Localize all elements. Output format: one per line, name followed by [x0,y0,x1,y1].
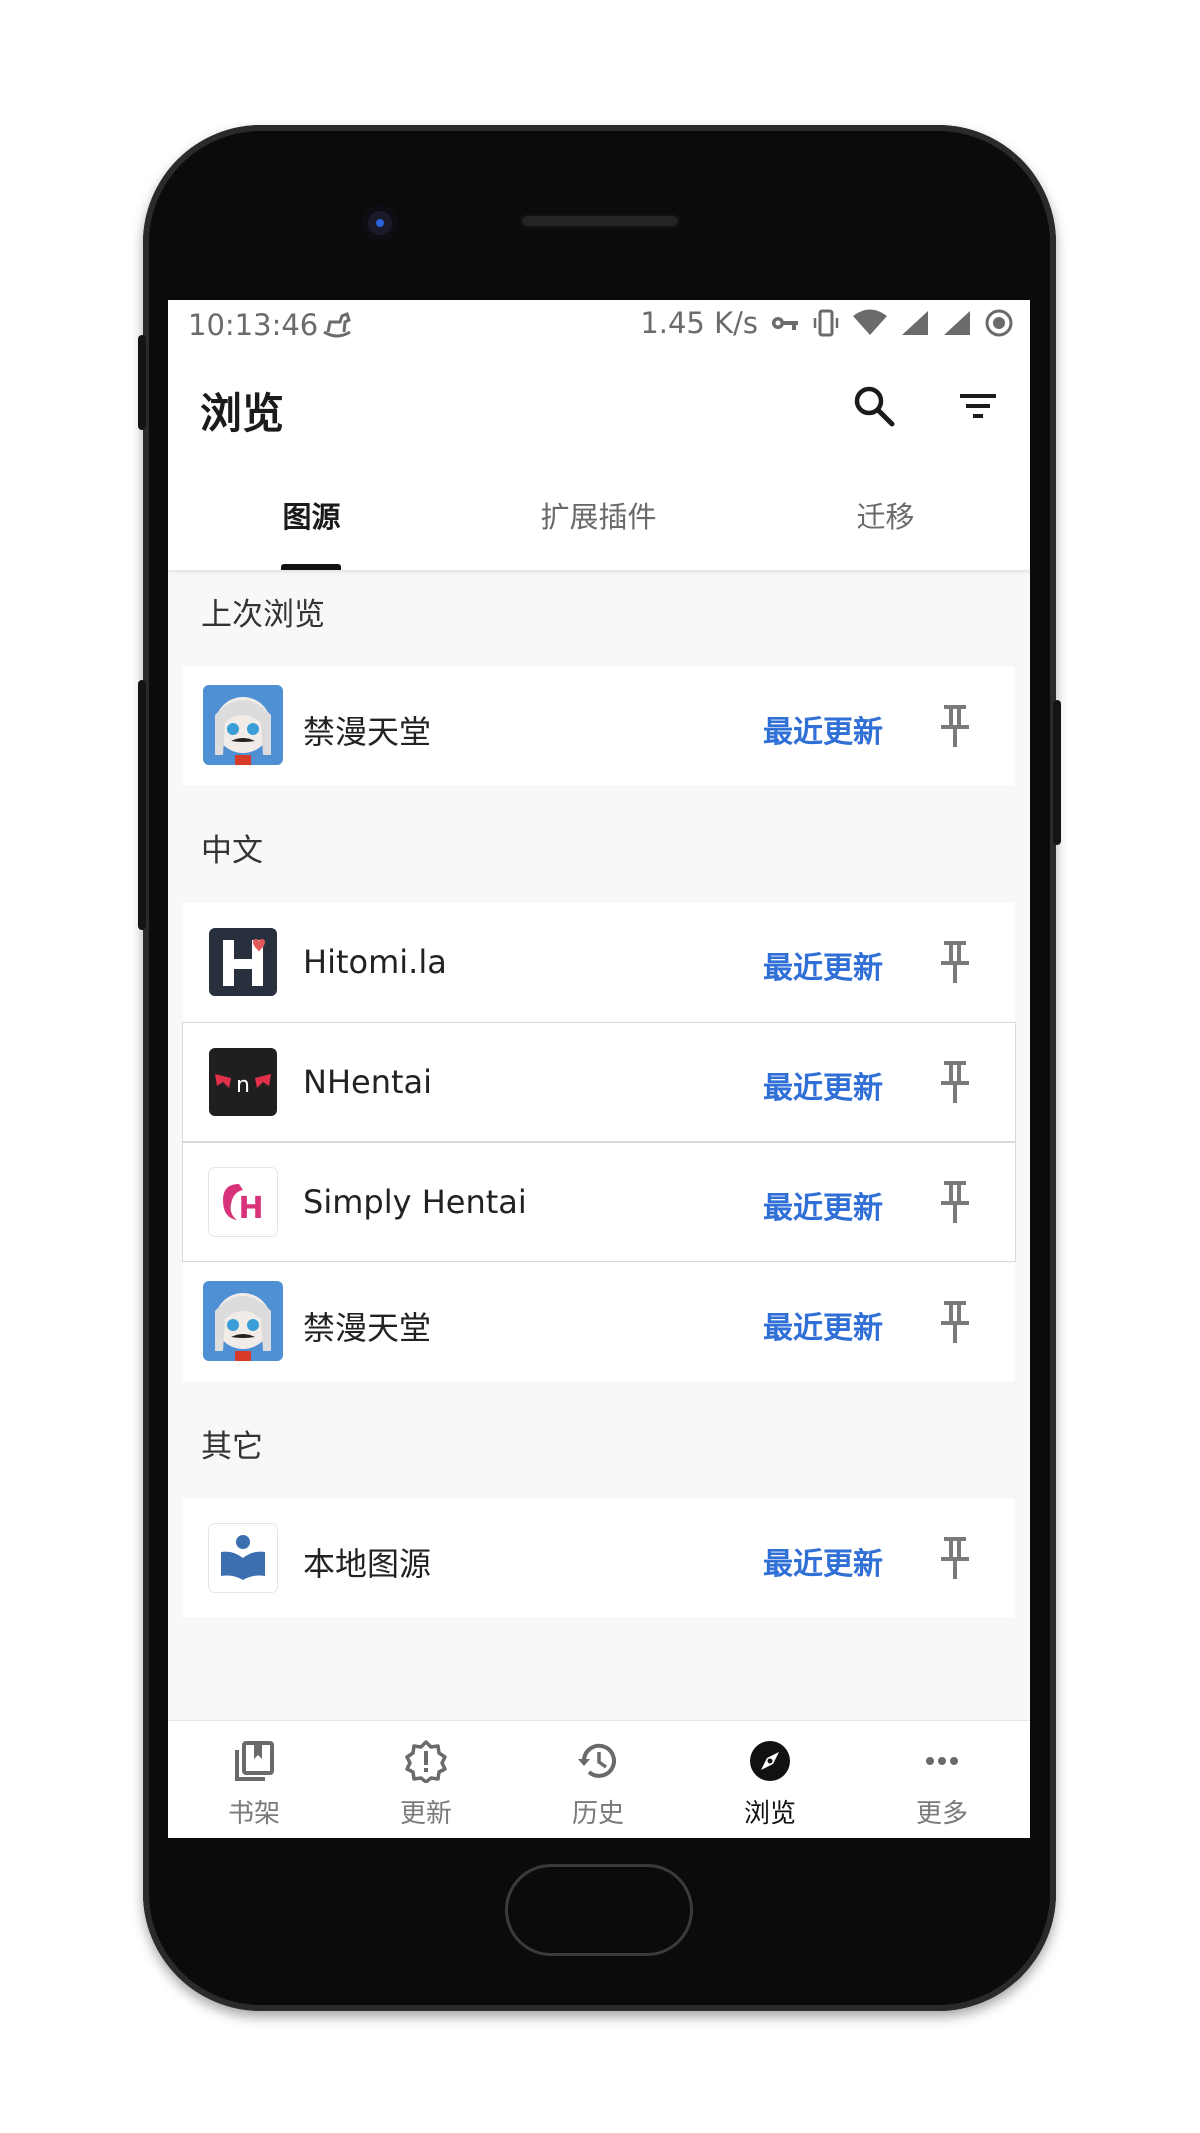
home-button[interactable] [505,1864,693,1956]
source-name: Simply Hentai [303,1183,527,1221]
phone-side-button-left-top [138,335,146,430]
source-name: NHentai [303,1063,433,1101]
app-screen: 10:13:46 1.45 K/s 浏览 图源 扩展插件 迁移 上次浏览 禁漫天… [168,300,1030,1838]
jmtt-logo [203,1281,283,1361]
section-header-chinese: 中文 [201,833,263,869]
search-icon [854,386,895,427]
tab-label: 图源 [282,500,341,534]
tab-migrate[interactable]: 迁移 [742,460,1029,570]
status-bar: 10:13:46 1.45 K/s [168,300,1030,350]
phone-side-button-left [138,680,146,930]
search-button[interactable] [848,380,900,432]
nav-label: 浏览 [743,1799,796,1829]
active-tab-indicator [281,564,341,570]
wifi-icon [853,309,887,335]
source-name: Hitomi.la [303,943,447,981]
latest-button[interactable]: 最近更新 [763,707,883,751]
more-horiz-icon [926,1757,958,1765]
pin-icon[interactable] [933,1177,977,1227]
tab-label: 迁移 [856,500,915,534]
nav-more[interactable]: 更多 [856,1721,1028,1838]
nav-label: 更新 [399,1799,452,1829]
latest-button[interactable]: 最近更新 [763,943,883,987]
tab-bar: 图源 扩展插件 迁移 [168,460,1030,571]
vibrate-icon [813,309,839,337]
nav-label: 更多 [915,1799,968,1829]
latest-button[interactable]: 最近更新 [763,1183,883,1227]
tab-extensions[interactable]: 扩展插件 [455,460,742,570]
page-title: 浏览 [200,389,285,438]
source-name: 本地图源 [303,1545,432,1583]
nav-browse[interactable]: 浏览 [684,1721,856,1838]
top-app-bar: 浏览 [168,350,1030,460]
pin-icon[interactable] [933,1297,977,1347]
filter-button[interactable] [952,380,1004,432]
source-row-hitomi[interactable]: Hitomi.la 最近更新 [183,903,1015,1021]
nhentai-logo: n [209,1048,277,1116]
history-icon [578,1743,616,1778]
source-row-local[interactable]: 本地图源 最近更新 [183,1499,1015,1617]
nav-label: 书架 [227,1799,280,1829]
hitomi-logo [209,928,277,996]
nav-library[interactable]: 书架 [168,1721,340,1838]
tab-sources[interactable]: 图源 [168,460,455,570]
signal-icon-1 [902,311,928,335]
latest-button[interactable]: 最近更新 [763,1539,883,1583]
bottom-navigation: 书架 更新 历史 浏览 更多 [168,1720,1030,1838]
library-icon [235,1741,274,1781]
vpn-key-icon [772,317,798,330]
section-header-other: 其它 [201,1429,263,1465]
source-name: 禁漫天堂 [303,1309,432,1347]
latest-button[interactable]: 最近更新 [763,1063,883,1107]
nav-history[interactable]: 历史 [512,1721,684,1838]
simply-hentai-logo-letter: H [238,1191,263,1226]
source-row-simply-hentai[interactable]: H Simply Hentai 最近更新 [183,1143,1015,1261]
network-speed: 1.45 K/s [640,306,758,340]
status-right-group: 1.45 K/s [640,306,1014,340]
rocking-horse-icon [323,312,351,338]
pin-icon[interactable] [933,937,977,987]
tab-label: 扩展插件 [540,500,657,534]
compass-icon [750,1741,790,1781]
pin-icon[interactable] [933,701,977,751]
nav-updates[interactable]: 更新 [340,1721,512,1838]
simply-hentai-logo: H [209,1168,277,1236]
latest-button[interactable]: 最近更新 [763,1303,883,1347]
jmtt-logo [203,685,283,765]
alert-badge-icon [405,1740,447,1783]
source-row-jmtt-last[interactable]: 禁漫天堂 最近更新 [183,667,1015,785]
battery-saver-icon [985,309,1013,337]
phone-side-button-right [1053,700,1061,845]
local-source-logo [209,1524,277,1592]
earpiece-speaker [520,214,680,228]
signal-icon-2 [944,311,970,335]
pin-icon[interactable] [933,1057,977,1107]
source-row-nhentai[interactable]: n NHentai 最近更新 [183,1023,1015,1141]
filter-icon [960,394,996,418]
status-time: 10:13:46 [188,308,319,342]
source-row-jmtt[interactable]: 禁漫天堂 最近更新 [183,1263,1015,1381]
pin-icon[interactable] [933,1533,977,1583]
front-camera [362,205,398,241]
section-header-last-browsed: 上次浏览 [201,597,325,633]
nav-label: 历史 [571,1799,624,1829]
nhentai-logo-letter: n [236,1073,250,1098]
source-name: 禁漫天堂 [303,713,432,751]
